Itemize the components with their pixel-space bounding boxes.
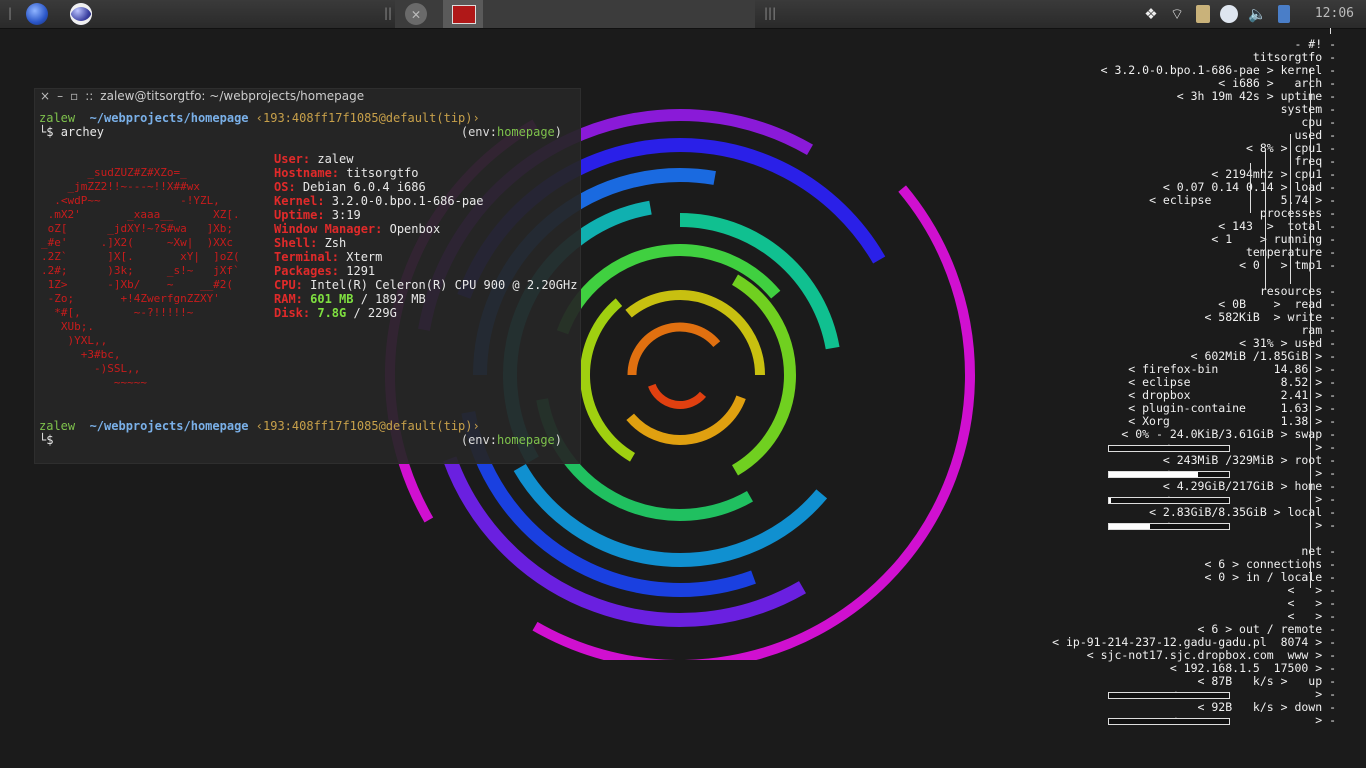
archey-info-value: Xterm	[339, 250, 383, 264]
dropbox-icon[interactable]: ❖	[1142, 5, 1160, 23]
archey-info-row: Packages: 1291	[274, 264, 577, 278]
archey-info-value: Intel(R) Celeron(R) CPU 900 @ 2.20GHz	[302, 278, 578, 292]
clipboard-icon[interactable]	[1196, 5, 1210, 23]
swap-bar	[1108, 445, 1230, 452]
home-bar-fill	[1109, 498, 1112, 503]
eclipse-icon[interactable]	[70, 3, 92, 25]
up-graph	[1108, 692, 1230, 699]
local-bar	[1108, 523, 1230, 530]
home-bar	[1108, 497, 1230, 504]
debian-ascii-logo: _sudZUZ#Z#XZo=_ _jmZZ2!!~---~!!X##wx .<w…	[41, 166, 240, 389]
archey-info-row: Hostname: titsorgtfo	[274, 166, 577, 180]
archey-info: User: zalew Hostname: titsorgtfo OS: Debia…	[274, 152, 577, 320]
wifi-icon[interactable]: ⌔	[1168, 5, 1186, 23]
taskbar-item-terminal[interactable]	[443, 0, 483, 28]
archey-info-label: Kernel:	[274, 194, 325, 208]
archey-info-value: zalew	[310, 152, 354, 166]
archey-info-row: OS: Debian 6.0.4 i686	[274, 180, 577, 194]
archey-info-row: Uptime: 3:19	[274, 208, 577, 222]
maximize-icon[interactable]: ▫	[70, 89, 78, 103]
archey-info-value: Openbox	[382, 222, 441, 236]
prompt-line: zalew ~/webprojects/homepage ‹193:408ff1…	[39, 111, 480, 125]
archey-info-row: Terminal: Xterm	[274, 250, 577, 264]
conky-monitor: - #! - titsorgtfo - < 3.2.0-0.bpo.1-686-pa…	[960, 28, 1360, 758]
archey-info-row: Window Manager: Openbox	[274, 222, 577, 236]
archey-info-row: Disk: 7.8G / 229G	[274, 306, 397, 320]
volume-icon[interactable]: 🔈	[1248, 5, 1267, 23]
tree-connector	[1310, 68, 1311, 588]
archey-info-value: Debian 6.0.4 i686	[295, 180, 426, 194]
firefox-icon[interactable]	[26, 3, 48, 25]
spiral-arc	[648, 383, 707, 409]
battery-icon[interactable]	[1278, 5, 1290, 23]
panel-separator: |	[8, 6, 13, 20]
menu-icon[interactable]: ::	[85, 89, 93, 103]
panel-separator: ||	[384, 6, 393, 20]
down-graph	[1108, 718, 1230, 725]
archey-info-row: Kernel: 3.2.0-0.bpo.1-686-pae	[274, 194, 577, 208]
local-bar-fill	[1109, 524, 1150, 529]
archey-info-label: User:	[274, 152, 311, 166]
command-line: └$ archey	[39, 125, 105, 139]
archey-info-label: Terminal:	[274, 250, 340, 264]
tree-connector	[1330, 28, 1331, 34]
terminal-title: zalew@titsorgtfo: ~/webprojects/homepage	[100, 89, 365, 103]
env-indicator: (env:homepage)	[460, 433, 562, 447]
tree-connector	[1250, 163, 1251, 213]
archey-info-label: Window Manager:	[274, 222, 383, 236]
env-indicator: (env:homepage)	[460, 125, 562, 139]
archey-info-value: Zsh	[317, 236, 347, 250]
terminal-titlebar[interactable]: × – ▫:: zalew@titsorgtfo: ~/webprojects/hom…	[35, 89, 580, 109]
clock[interactable]: 12:06	[1315, 6, 1354, 21]
panel-separator: |||	[764, 6, 777, 20]
archey-info-row: CPU: Intel(R) Celeron(R) CPU 900 @ 2.20G…	[274, 278, 577, 292]
archey-info-label: OS:	[274, 180, 296, 194]
conky-line: < 0 > tmp1 -	[1239, 258, 1336, 272]
spiral-arc	[627, 322, 721, 376]
tree-connector	[1290, 134, 1291, 284]
archey-info-label: CPU:	[274, 278, 303, 292]
terminal-icon	[452, 5, 476, 24]
root-bar-fill	[1109, 472, 1198, 477]
archey-info-label: Packages:	[274, 264, 340, 278]
archey-info-value: 1291	[339, 264, 376, 278]
root-bar	[1108, 471, 1230, 478]
archey-info-label: Shell:	[274, 236, 318, 250]
close-icon[interactable]: ×	[40, 89, 50, 103]
terminal-window[interactable]: × – ▫:: zalew@titsorgtfo: ~/webprojects/hom…	[34, 88, 581, 464]
archey-info-row: RAM: 601 MB / 1892 MB	[274, 292, 426, 306]
top-panel: | || ✕ ||| ❖ ⌔ 🔈 12:06	[0, 0, 1366, 29]
close-icon[interactable]: ✕	[405, 3, 427, 25]
archey-info-row: User: zalew	[274, 152, 577, 166]
archey-info-row: Shell: Zsh	[274, 236, 577, 250]
command-line[interactable]: └$	[39, 433, 53, 447]
minimize-icon[interactable]: –	[57, 89, 63, 103]
archey-info-label: Hostname:	[274, 166, 340, 180]
archey-info-value: titsorgtfo	[339, 166, 419, 180]
archey-info-label: Uptime:	[274, 208, 325, 222]
network-icon[interactable]	[1220, 5, 1238, 23]
archey-info-value: 3:19	[324, 208, 361, 222]
prompt-line: zalew ~/webprojects/homepage ‹193:408ff1…	[39, 419, 480, 433]
archey-info-value: 3.2.0-0.bpo.1-686-pae	[324, 194, 484, 208]
spiral-arc	[580, 298, 636, 462]
tree-connector	[1265, 150, 1266, 290]
